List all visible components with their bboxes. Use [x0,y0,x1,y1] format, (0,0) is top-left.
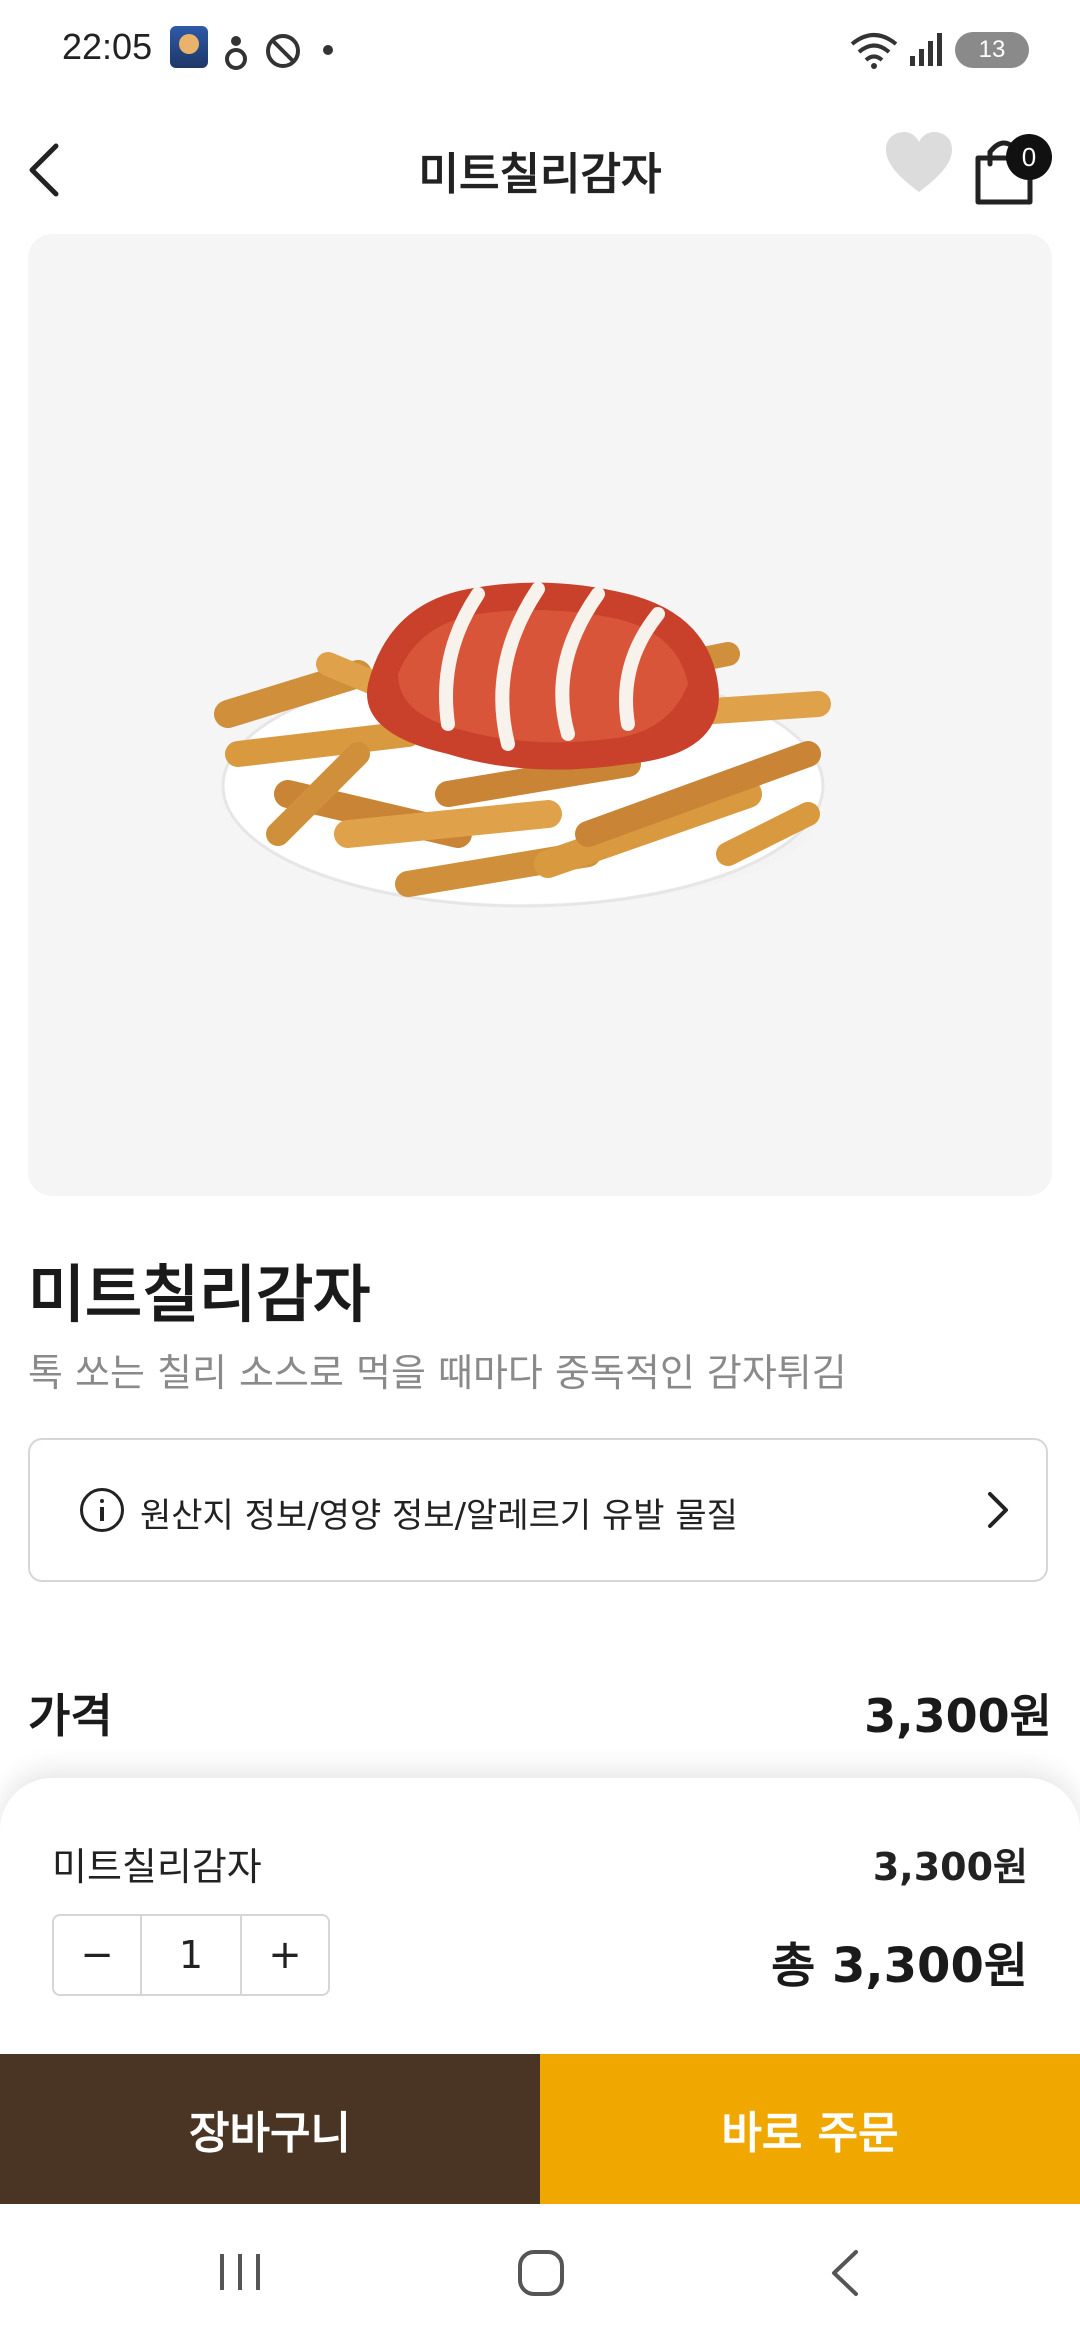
add-to-cart-button[interactable]: 장바구니 [0,2054,540,2204]
price-label: 가격 [28,1689,113,1743]
system-navigation-bar [0,2204,1080,2340]
battery-icon: 13 [955,32,1029,68]
quantity-value[interactable]: 1 [140,1916,242,1994]
battery-level: 13 [978,36,1006,63]
wifi-icon [850,33,898,69]
notification-icon [225,36,247,70]
recent-apps-icon[interactable] [216,2250,264,2294]
header: 미트칠리감자 [0,110,1080,230]
cart-count-badge: 0 [1006,134,1052,180]
price-value: 3,300원 [864,1689,1052,1743]
chevron-right-icon [988,1492,1008,1528]
decrease-quantity-button[interactable]: − [54,1916,140,1994]
system-back-icon[interactable] [826,2248,862,2298]
home-icon[interactable] [516,2248,566,2298]
order-now-button[interactable]: 바로 주문 [540,2054,1080,2204]
signal-icon [910,33,942,66]
info-icon [80,1488,124,1532]
status-bar: 22:05 13 [0,0,1080,100]
status-dot-icon [323,45,333,55]
quantity-stepper: − 1 + [52,1914,330,1996]
order-bottom-sheet: 미트칠리감자 3,300원 − 1 + 총 3,300원 [0,1778,1080,2054]
order-total: 총 3,300원 [771,1938,1028,1994]
status-time: 22:05 [62,26,153,67]
product-name: 미트칠리감자 [28,1258,371,1331]
product-info-label: 원산지 정보/영양 정보/알레르기 유발 물질 [140,1496,738,1536]
do-not-disturb-icon [266,34,300,68]
product-info-link[interactable]: 원산지 정보/영양 정보/알레르기 유발 물질 [28,1438,1048,1582]
app-avatar-icon [170,26,208,68]
heart-icon[interactable] [884,130,954,196]
increase-quantity-button[interactable]: + [242,1916,328,1994]
order-item-price: 3,300원 [872,1845,1028,1889]
product-image-card [28,234,1052,1196]
product-description: 톡 쏘는 칠리 소스로 먹을 때마다 중독적인 감자튀김 [28,1351,847,1395]
order-item-name: 미트칠리감자 [52,1845,262,1889]
product-photo [214,582,831,908]
